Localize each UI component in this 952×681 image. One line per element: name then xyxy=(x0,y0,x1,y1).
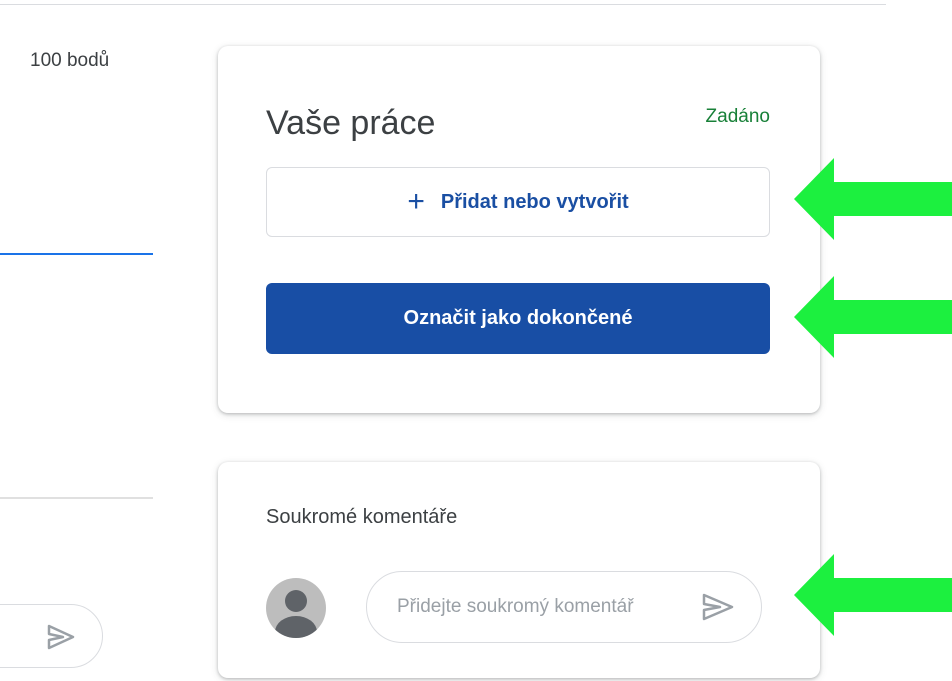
mark-as-done-button[interactable]: Označit jako dokončené xyxy=(266,283,770,354)
private-comments-title: Soukromé komentáře xyxy=(266,506,458,528)
section-divider xyxy=(0,497,153,499)
add-or-create-button[interactable]: + Přidat nebo vytvořit xyxy=(266,167,770,237)
send-icon[interactable] xyxy=(701,592,735,622)
active-field-underline xyxy=(0,253,153,255)
avatar xyxy=(266,578,326,638)
status-badge: Zadáno xyxy=(705,106,770,127)
green-arrow-icon xyxy=(794,276,952,358)
private-comments-card: Soukromé komentáře Přidejte soukromý kom… xyxy=(218,462,820,678)
green-arrow-icon xyxy=(794,158,952,240)
your-work-card: Vaše práce Zadáno + Přidat nebo vytvořit… xyxy=(218,46,820,413)
plus-icon: + xyxy=(407,185,425,218)
top-divider xyxy=(0,4,886,5)
your-work-title: Vaše práce xyxy=(266,104,436,142)
class-comment-input[interactable] xyxy=(0,604,103,668)
add-or-create-label: Přidat nebo vytvořit xyxy=(440,190,629,213)
comment-placeholder: Přidejte soukromý komentář xyxy=(397,596,634,617)
send-icon[interactable] xyxy=(46,623,76,651)
private-comment-input[interactable]: Přidejte soukromý komentář xyxy=(366,571,762,643)
points-label: 100 bodů xyxy=(30,50,110,71)
user-avatar-icon xyxy=(275,590,317,638)
green-arrow-icon xyxy=(794,554,952,636)
